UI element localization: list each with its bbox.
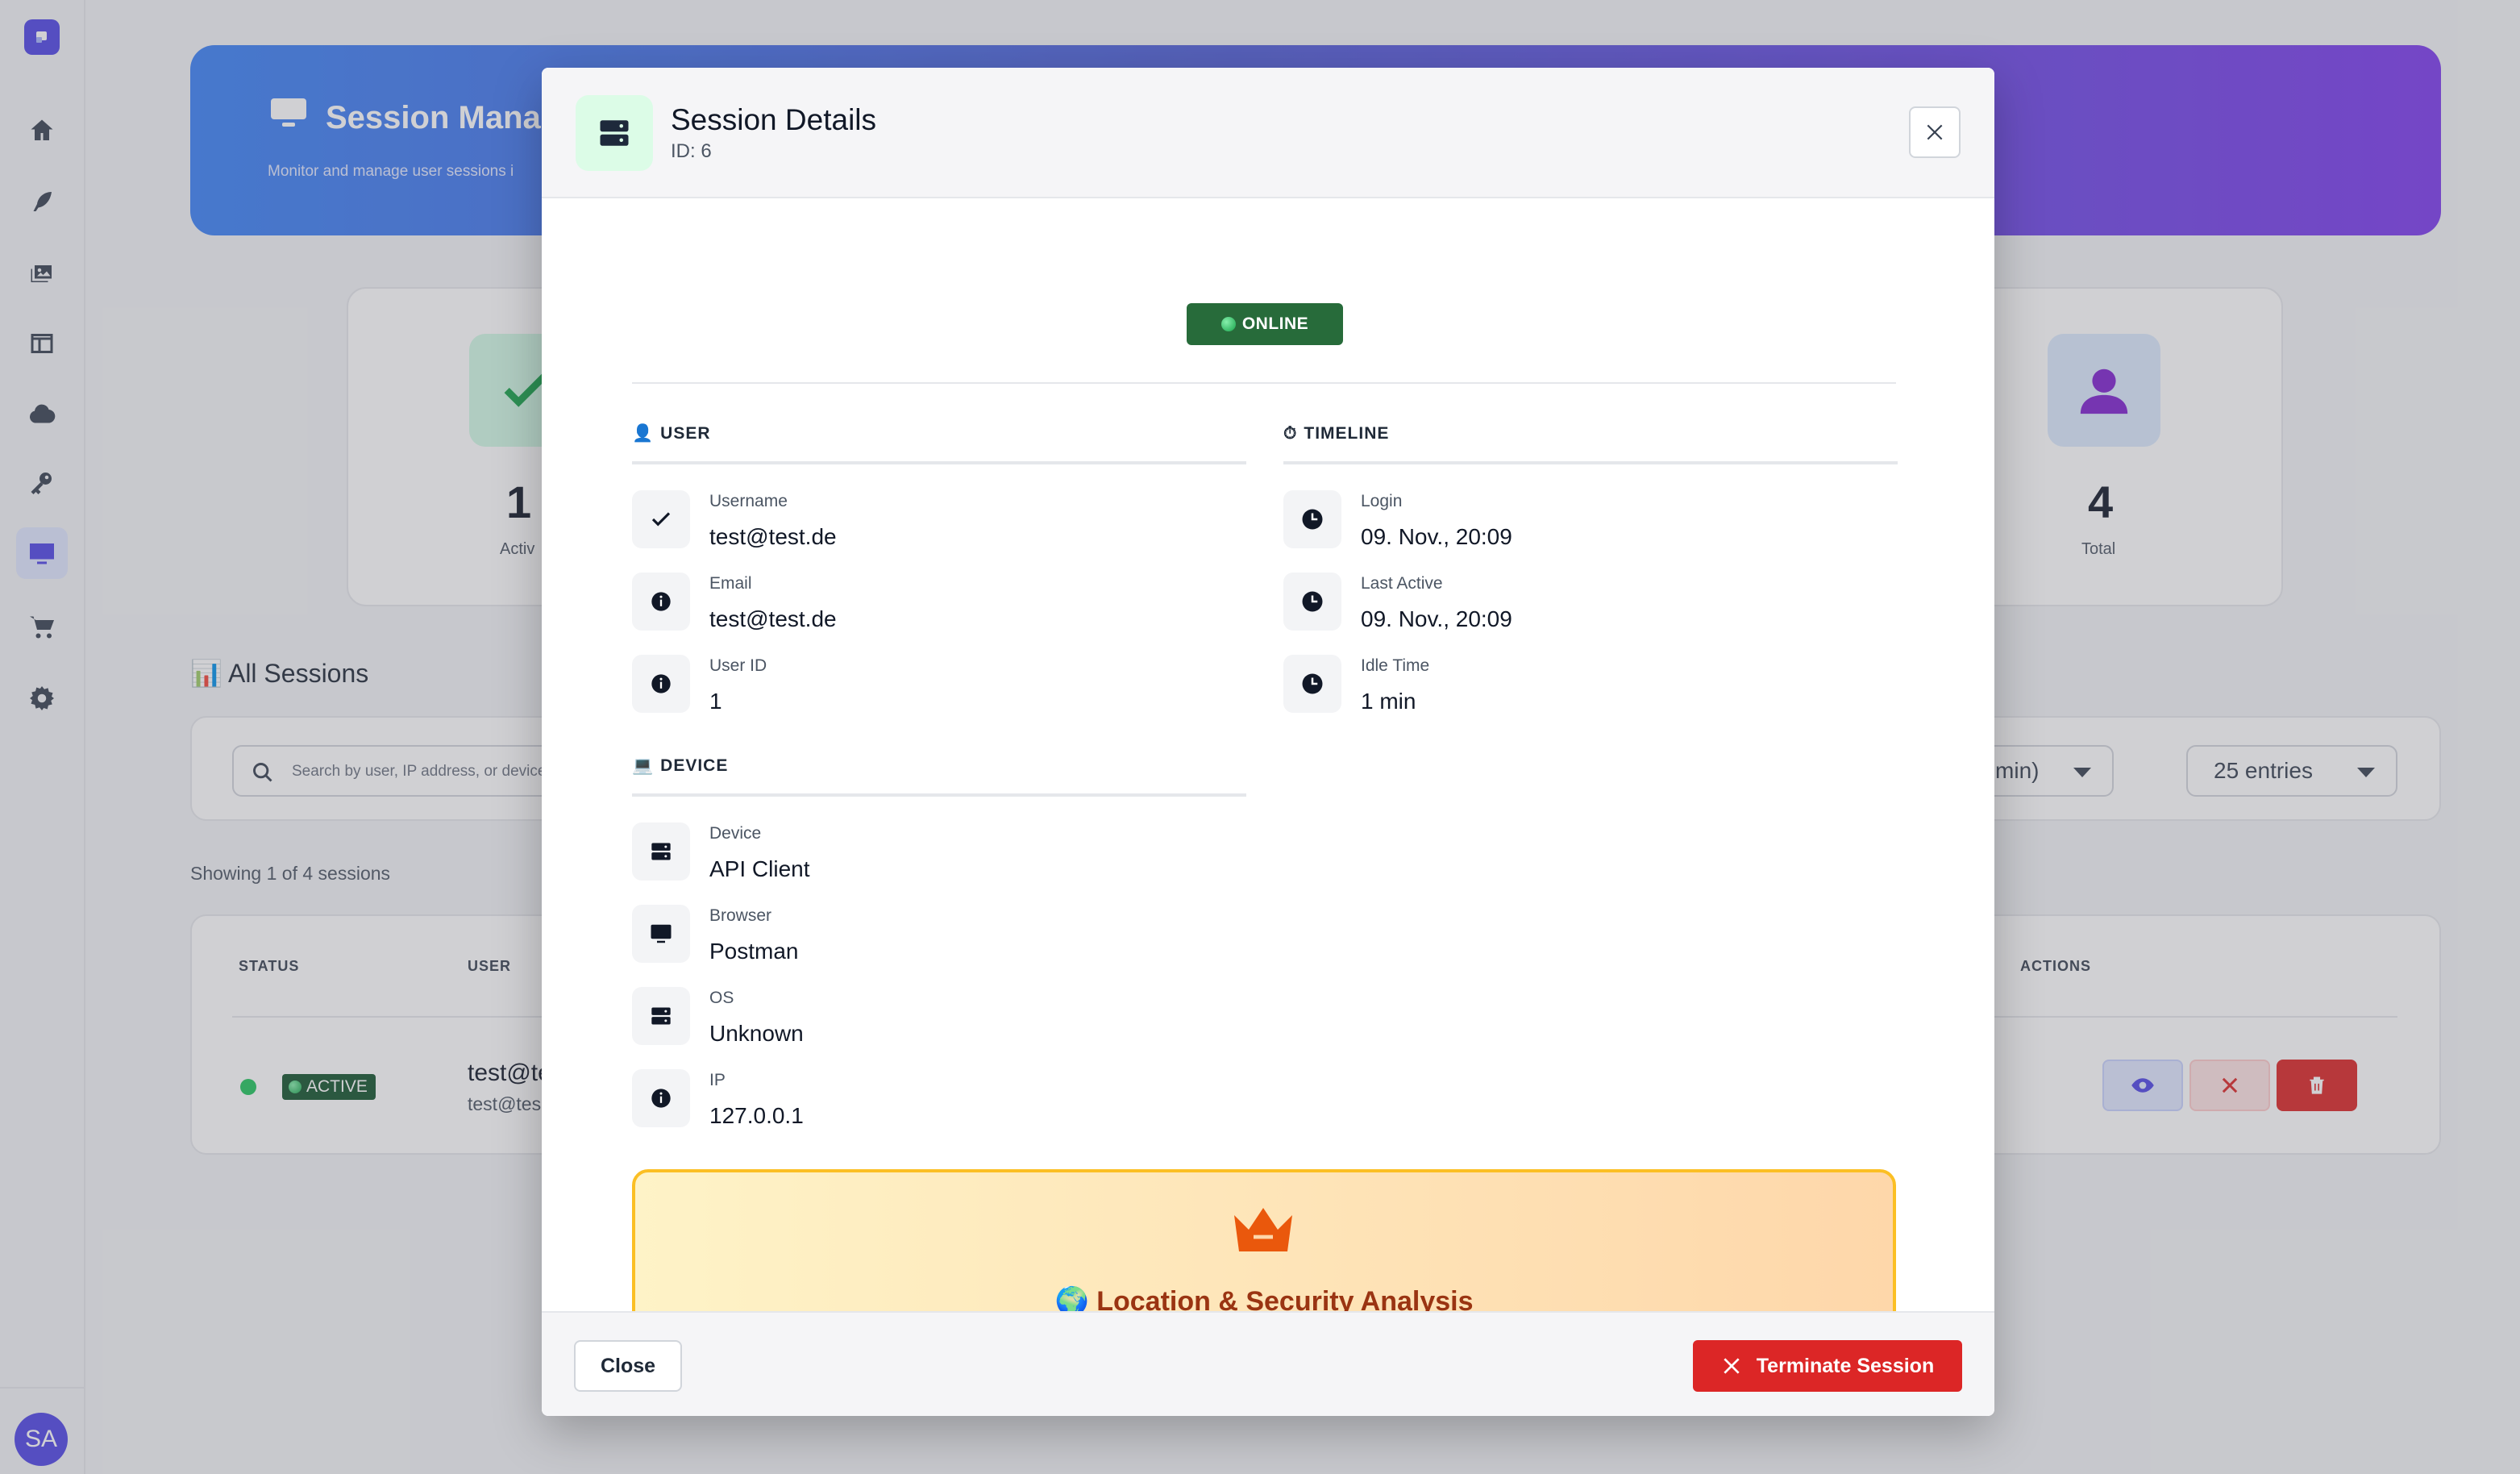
info-icon: [632, 1069, 690, 1127]
device-section-divider: [632, 793, 1246, 797]
session-details-modal: Session Details ID: 6 ONLINE 👤 USER Usern…: [542, 68, 1994, 1416]
clock-icon: [1283, 490, 1341, 548]
server-icon: [632, 822, 690, 881]
info-icon: [632, 655, 690, 713]
crown-icon: [1234, 1208, 1292, 1251]
ip-label: IP: [709, 1071, 726, 1089]
username-value: test@test.de: [709, 524, 837, 549]
timeline-section-title: TIMELINE: [1304, 424, 1390, 443]
online-status-badge: ONLINE: [1187, 303, 1343, 345]
device-label: Device: [709, 824, 762, 843]
terminate-session-button[interactable]: Terminate Session: [1693, 1340, 1962, 1392]
terminate-session-label: Terminate Session: [1756, 1354, 1935, 1377]
clock-icon: [1283, 573, 1341, 631]
server-icon: [576, 95, 653, 171]
os-label: OS: [709, 989, 734, 1007]
modal-header: Session Details ID: 6: [542, 68, 1994, 198]
os-value: Unknown: [709, 1021, 804, 1046]
idle-time-label: Idle Time: [1361, 656, 1430, 675]
modal-footer: Close Terminate Session: [542, 1311, 1994, 1416]
device-section-title: DEVICE: [660, 756, 729, 775]
status-divider: [632, 382, 1896, 384]
stopwatch-emoji-icon: ⏱: [1283, 424, 1298, 443]
modal-close-button[interactable]: [1909, 106, 1961, 158]
close-button[interactable]: Close: [574, 1340, 682, 1392]
user-section-title: USER: [660, 424, 711, 443]
user-section-divider: [632, 461, 1246, 464]
close-icon: [1724, 1358, 1740, 1374]
laptop-emoji-icon: 💻: [632, 756, 655, 775]
login-value: 09. Nov., 20:09: [1361, 524, 1512, 549]
login-label: Login: [1361, 492, 1403, 510]
modal-title: Session Details: [671, 103, 877, 136]
ip-value: 127.0.0.1: [709, 1103, 804, 1128]
device-value: API Client: [709, 856, 810, 881]
clock-icon: [1283, 655, 1341, 713]
last-active-value: 09. Nov., 20:09: [1361, 606, 1512, 631]
online-status-label: ONLINE: [1241, 314, 1309, 333]
online-dot-icon: [1220, 317, 1236, 331]
info-icon: [632, 573, 690, 631]
email-label: Email: [709, 574, 752, 593]
email-value: test@test.de: [709, 606, 837, 631]
device-section-heading: 💻 DEVICE: [632, 756, 728, 776]
user-emoji-icon: 👤: [632, 424, 655, 443]
idle-time-value: 1 min: [1361, 689, 1416, 714]
session-id: ID: 6: [671, 140, 712, 162]
timeline-section-heading: ⏱ TIMELINE: [1283, 424, 1389, 443]
user-id-value: 1: [709, 689, 722, 714]
last-active-label: Last Active: [1361, 574, 1443, 593]
user-section-heading: 👤 USER: [632, 424, 711, 443]
server-icon: [632, 987, 690, 1045]
timeline-section-divider: [1283, 461, 1898, 464]
user-id-label: User ID: [709, 656, 767, 675]
username-label: Username: [709, 492, 788, 510]
check-icon: [632, 490, 690, 548]
monitor-icon: [632, 905, 690, 963]
close-icon: [1927, 124, 1943, 140]
browser-label: Browser: [709, 906, 772, 925]
browser-value: Postman: [709, 939, 799, 964]
